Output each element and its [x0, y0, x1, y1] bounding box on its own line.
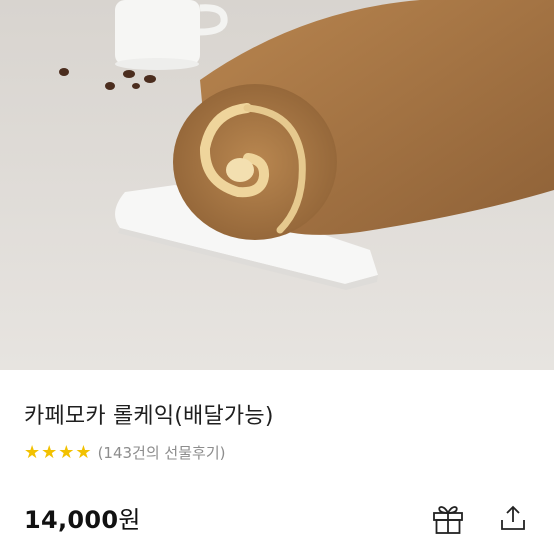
price-unit: 원 [118, 506, 141, 534]
rating-row[interactable]: ★ ★ ★ ★ (143건의 선물후기) [24, 442, 225, 463]
cake-slice [173, 84, 337, 240]
star-rating: ★ ★ ★ ★ [24, 441, 92, 463]
roll-cake-photo [0, 0, 554, 370]
review-count[interactable]: (143건의 선물후기) [98, 442, 226, 463]
product-image[interactable] [0, 0, 554, 370]
star-icon: ★ [41, 441, 58, 463]
star-icon: ★ [24, 441, 41, 463]
gift-icon [433, 506, 463, 534]
gift-button[interactable] [428, 498, 468, 538]
price: 14,000원 [24, 500, 141, 535]
share-icon [501, 505, 525, 530]
star-icon: ★ [58, 441, 75, 463]
star-icon: ★ [75, 441, 92, 463]
product-info: 카페모카 롤케익(배달가능) ★ ★ ★ ★ (143건의 선물후기) 14,0… [0, 370, 554, 554]
share-button[interactable] [493, 498, 533, 538]
product-title: 카페모카 롤케익(배달가능) [24, 404, 274, 429]
price-amount: 14,000 [24, 506, 119, 534]
